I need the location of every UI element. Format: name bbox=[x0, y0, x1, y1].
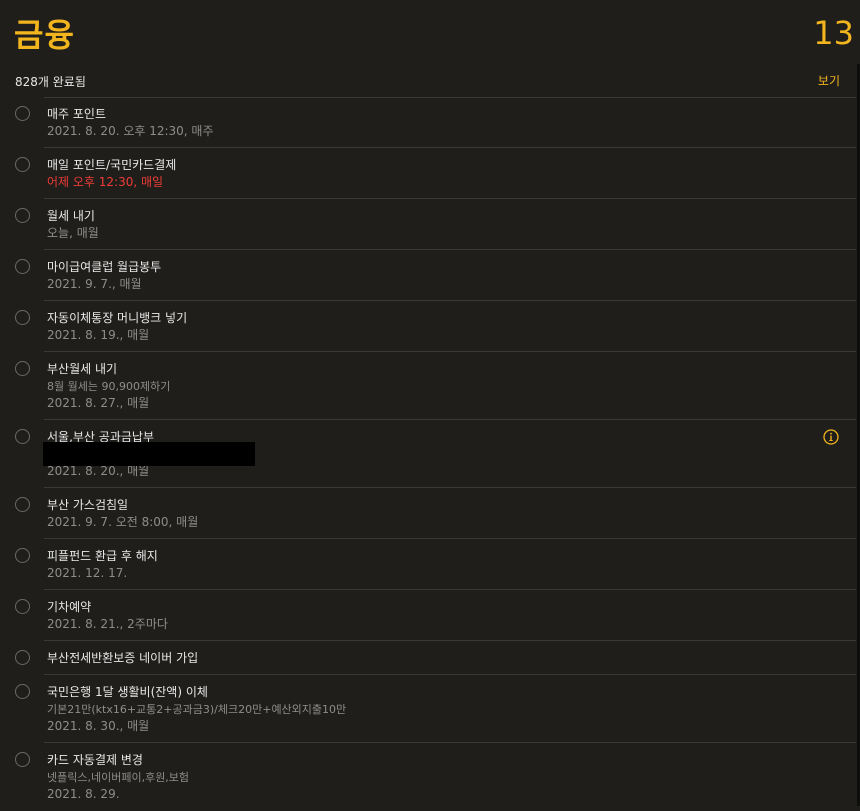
item-date: 2021. 8. 29. bbox=[47, 787, 120, 801]
item-date: 2021. 8. 19., 매월 bbox=[47, 328, 150, 342]
item-date: 2021. 8. 30., 매월 bbox=[47, 719, 150, 733]
item-title[interactable]: 매주 포인트 bbox=[47, 106, 800, 123]
list-item[interactable]: 마이급여클럽 월급봉투 2021. 9. 7., 매월 bbox=[0, 250, 860, 301]
redaction-block bbox=[43, 442, 255, 466]
list-item[interactable]: 부산전세반환보증 네이버 가입 bbox=[0, 641, 860, 675]
item-title[interactable]: 피플펀드 환급 후 해지 bbox=[47, 548, 800, 565]
circle-checkbox-icon[interactable] bbox=[15, 157, 30, 172]
circle-checkbox-icon[interactable] bbox=[15, 650, 30, 665]
item-date: 2021. 12. 17. bbox=[47, 566, 128, 580]
item-title[interactable]: 부산전세반환보증 네이버 가입 bbox=[47, 650, 800, 667]
item-title[interactable]: 부산 가스검침일 bbox=[47, 497, 800, 514]
circle-checkbox-icon[interactable] bbox=[15, 429, 30, 444]
completed-row: 828개 완료됨 보기 bbox=[0, 70, 860, 98]
item-title[interactable]: 마이급여클럽 월급봉투 bbox=[47, 259, 800, 276]
item-title[interactable]: 기차예약 bbox=[47, 599, 800, 616]
item-note: 넷플릭스,네이버페이,후원,보험 bbox=[47, 771, 190, 784]
list-item[interactable]: 월세 내기 오늘, 매월 bbox=[0, 199, 860, 250]
circle-checkbox-icon[interactable] bbox=[15, 259, 30, 274]
reminder-count: 13 bbox=[813, 14, 854, 52]
item-title[interactable]: 자동이체통장 머니뱅크 넣기 bbox=[47, 310, 800, 327]
reminder-list: 매주 포인트 2021. 8. 20. 오후 12:30, 매주 매일 포인트/… bbox=[0, 97, 860, 811]
circle-checkbox-icon[interactable] bbox=[15, 106, 30, 121]
item-date: 2021. 8. 20. 오후 12:30, 매주 bbox=[47, 124, 214, 138]
item-title[interactable]: 부산월세 내기 bbox=[47, 361, 800, 378]
list-header: 금융 13 bbox=[0, 0, 860, 70]
item-date: 2021. 8. 27., 매월 bbox=[47, 396, 150, 410]
circle-checkbox-icon[interactable] bbox=[15, 310, 30, 325]
show-completed-button[interactable]: 보기 bbox=[818, 72, 840, 89]
list-item[interactable]: 자동이체통장 머니뱅크 넣기 2021. 8. 19., 매월 bbox=[0, 301, 860, 352]
list-item-selected[interactable]: 서울,부산 공과금납부 2021. 8. 20., 매월 bbox=[0, 420, 860, 488]
item-note: 8월 월세는 90,900제하기 bbox=[47, 380, 171, 393]
completed-count: 828개 완료됨 bbox=[15, 75, 86, 89]
circle-checkbox-icon[interactable] bbox=[15, 752, 30, 767]
list-item[interactable]: 국민은행 1달 생활비(잔액) 이체 기본21만(ktx16+교통2+공과금3)… bbox=[0, 675, 860, 743]
item-title[interactable]: 월세 내기 bbox=[47, 208, 800, 225]
item-date-overdue: 어제 오후 12:30, 매일 bbox=[47, 175, 164, 189]
list-item[interactable]: 부산월세 내기 8월 월세는 90,900제하기 2021. 8. 27., 매… bbox=[0, 352, 860, 420]
item-title[interactable]: 국민은행 1달 생활비(잔액) 이체 bbox=[47, 684, 800, 701]
item-date: 2021. 9. 7., 매월 bbox=[47, 277, 142, 291]
circle-checkbox-icon[interactable] bbox=[15, 361, 30, 376]
circle-checkbox-icon[interactable] bbox=[15, 548, 30, 563]
list-item[interactable]: 매주 포인트 2021. 8. 20. 오후 12:30, 매주 bbox=[0, 97, 860, 148]
item-date: 오늘, 매월 bbox=[47, 226, 99, 240]
circle-checkbox-icon[interactable] bbox=[15, 497, 30, 512]
circle-checkbox-icon[interactable] bbox=[15, 599, 30, 614]
item-title[interactable]: 매일 포인트/국민카드결제 bbox=[47, 157, 800, 174]
list-item[interactable]: 카드 자동결제 변경 넷플릭스,네이버페이,후원,보험 2021. 8. 29. bbox=[0, 743, 860, 811]
list-item[interactable]: 매일 포인트/국민카드결제 어제 오후 12:30, 매일 bbox=[0, 148, 860, 199]
item-title[interactable]: 카드 자동결제 변경 bbox=[47, 752, 800, 769]
circle-checkbox-icon[interactable] bbox=[15, 208, 30, 223]
list-item[interactable]: 기차예약 2021. 8. 21., 2주마다 bbox=[0, 590, 860, 641]
list-item[interactable]: 피플펀드 환급 후 해지 2021. 12. 17. bbox=[0, 539, 860, 590]
item-note: 기본21만(ktx16+교통2+공과금3)/체크20만+예산외지출10만 bbox=[47, 703, 347, 716]
info-icon[interactable] bbox=[823, 429, 839, 445]
list-title: 금융 bbox=[14, 16, 75, 54]
list-item[interactable]: 부산 가스검침일 2021. 9. 7. 오전 8:00, 매월 bbox=[0, 488, 860, 539]
item-date: 2021. 9. 7. 오전 8:00, 매월 bbox=[47, 515, 199, 529]
item-date: 2021. 8. 21., 2주마다 bbox=[47, 617, 168, 631]
circle-checkbox-icon[interactable] bbox=[15, 684, 30, 699]
